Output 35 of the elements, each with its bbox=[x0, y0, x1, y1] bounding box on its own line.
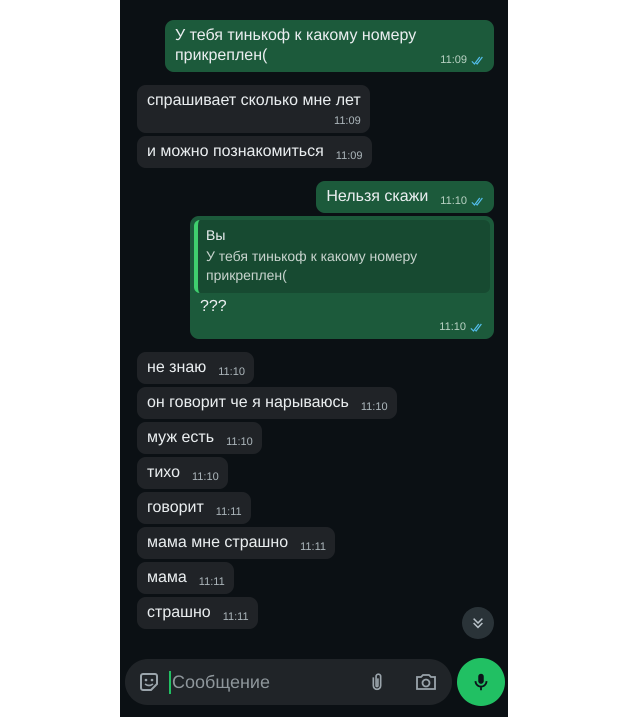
message-time: 11:09 bbox=[440, 53, 467, 67]
message-field[interactable]: Сообщение bbox=[125, 659, 452, 705]
message-time: 11:11 bbox=[300, 540, 326, 554]
message-time: 11:09 bbox=[336, 149, 362, 163]
message-input[interactable]: Сообщение bbox=[169, 670, 358, 694]
double-chevron-icon bbox=[471, 616, 485, 630]
message-time: 11:10 bbox=[440, 194, 467, 208]
message-text: тихо bbox=[147, 464, 180, 481]
message-time: 11:11 bbox=[198, 575, 225, 589]
quote-text: У тебя тинькоф к какому номеру прикреплен( bbox=[206, 247, 418, 285]
message-time: 11:11 bbox=[216, 505, 242, 519]
message-text: ??? bbox=[200, 298, 227, 315]
quote-author: Вы bbox=[206, 226, 226, 244]
message-text: и можно познакомиться bbox=[147, 143, 324, 160]
message-text: он говорит че я нарываюсь bbox=[147, 394, 349, 411]
message-text: не знаю bbox=[147, 359, 206, 376]
message-time: 11:11 bbox=[222, 610, 249, 624]
microphone-button[interactable] bbox=[457, 658, 505, 706]
message-text: спрашивает сколько мне лет bbox=[147, 92, 361, 109]
message-time: 11:10 bbox=[360, 400, 388, 414]
message-text: У тебя тинькоф к какому номеру прикреплен( bbox=[175, 27, 416, 64]
sticker-icon bbox=[137, 670, 161, 694]
message-time: 11:09 bbox=[334, 114, 361, 128]
message-text: муж есть bbox=[147, 429, 214, 446]
message-time: 11:10 bbox=[192, 470, 219, 484]
message-time: 11:10 bbox=[439, 320, 466, 334]
message-time: 11:10 bbox=[218, 365, 245, 379]
message-text: страшно bbox=[147, 604, 211, 621]
message-text: говорит bbox=[147, 499, 204, 516]
message-time: 11:10 bbox=[226, 435, 253, 449]
scroll-down-button[interactable] bbox=[462, 607, 494, 639]
message-text: мама мне страшно bbox=[147, 534, 288, 551]
quoted-message[interactable]: Вы У тебя тинькоф к какому номеру прикреплен( bbox=[194, 220, 490, 293]
message-text: мама bbox=[147, 569, 187, 586]
message-text: Нельзя скажи bbox=[326, 188, 428, 205]
